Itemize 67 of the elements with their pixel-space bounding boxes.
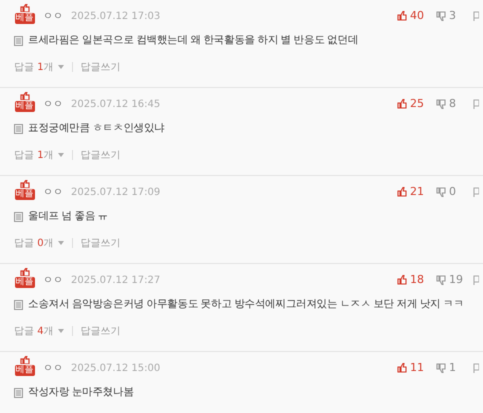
best-badge: 베플	[14, 13, 34, 24]
report-icon[interactable]	[473, 10, 479, 21]
author-name: ㅇㅇ	[43, 186, 63, 200]
comment-text: 울데프 넘 좋음 ㅠ	[28, 209, 108, 224]
replies-toggle[interactable]: 답글 0개	[14, 236, 64, 251]
document-icon	[14, 388, 23, 398]
document-icon	[14, 212, 23, 222]
thumbs-down-icon	[436, 98, 446, 109]
caret-down-icon	[58, 153, 64, 158]
dislike-button[interactable]: 3	[436, 8, 470, 24]
dislike-button[interactable]: 19	[436, 272, 470, 288]
comment-date: 2025.07.12 17:27	[71, 274, 160, 288]
report-icon[interactable]	[473, 98, 479, 109]
thumbs-up-icon	[397, 186, 407, 197]
thumbs-up-icon	[18, 356, 30, 364]
document-icon	[14, 124, 23, 134]
dislike-button[interactable]: 8	[436, 96, 470, 112]
like-button[interactable]: 11	[397, 360, 433, 376]
caret-down-icon	[58, 241, 64, 246]
thumbs-up-icon	[18, 268, 30, 276]
write-reply-link[interactable]: 답글쓰기	[80, 148, 121, 163]
thumbs-down-icon	[436, 274, 446, 285]
thumbs-down-icon	[436, 362, 446, 373]
document-icon	[14, 300, 23, 310]
thumbs-up-icon	[397, 10, 407, 21]
thumbs-up-icon	[397, 274, 407, 285]
document-icon	[14, 36, 23, 46]
replies-toggle[interactable]: 답글 1개	[14, 60, 64, 75]
comment-date: 2025.07.12 16:45	[71, 98, 160, 112]
like-button[interactable]: 18	[397, 272, 433, 288]
caret-down-icon	[58, 329, 64, 334]
comment-text: 표정궁예만큼 ㅎㅌㅊ인생있냐	[28, 121, 165, 136]
best-badge: 베플	[14, 277, 34, 288]
best-badge: 베플	[14, 189, 34, 200]
report-icon[interactable]	[473, 274, 479, 285]
thumbs-up-icon	[18, 92, 30, 100]
thumbs-up-icon	[397, 98, 407, 109]
comment-text: 르세라핌은 일본곡으로 컴백했는데 왜 한국활동을 하지 별 반응도 없던데	[28, 33, 358, 48]
best-badge: 베플	[14, 101, 34, 112]
comment-date: 2025.07.12 17:09	[71, 186, 160, 200]
write-reply-link[interactable]: 답글쓰기	[80, 60, 121, 75]
thumbs-down-icon	[436, 10, 446, 21]
like-button[interactable]: 21	[397, 184, 433, 200]
comment-date: 2025.07.12 17:03	[71, 10, 160, 24]
comment-date: 2025.07.12 15:00	[71, 362, 160, 376]
comment-text: 작성자랑 눈마주쳤나봄	[28, 385, 134, 400]
thumbs-down-icon	[436, 186, 446, 197]
write-reply-link[interactable]: 답글쓰기	[80, 324, 121, 339]
comment-text: 소송져서 음악방송은커녕 아무활동도 못하고 방수석에찌그러져있는 ㄴㅈㅅ 보단 저게 낫지 ㅋㅋ	[28, 297, 464, 312]
like-button[interactable]: 25	[397, 96, 433, 112]
thumbs-up-icon	[18, 180, 30, 188]
thumbs-up-icon	[397, 362, 407, 373]
caret-down-icon	[58, 65, 64, 70]
dislike-button[interactable]: 1	[436, 360, 470, 376]
like-button[interactable]: 40	[397, 8, 433, 24]
author-name: ㅇㅇ	[43, 362, 63, 376]
author-name: ㅇㅇ	[43, 274, 63, 288]
report-icon[interactable]	[473, 362, 479, 373]
write-reply-link[interactable]: 답글쓰기	[80, 236, 121, 251]
author-name: ㅇㅇ	[43, 98, 63, 112]
report-icon[interactable]	[473, 186, 479, 197]
best-badge: 베플	[14, 365, 34, 376]
dislike-button[interactable]: 0	[436, 184, 470, 200]
thumbs-up-icon	[18, 4, 30, 12]
author-name: ㅇㅇ	[43, 10, 63, 24]
replies-toggle[interactable]: 답글 4개	[14, 324, 64, 339]
replies-toggle[interactable]: 답글 1개	[14, 148, 64, 163]
